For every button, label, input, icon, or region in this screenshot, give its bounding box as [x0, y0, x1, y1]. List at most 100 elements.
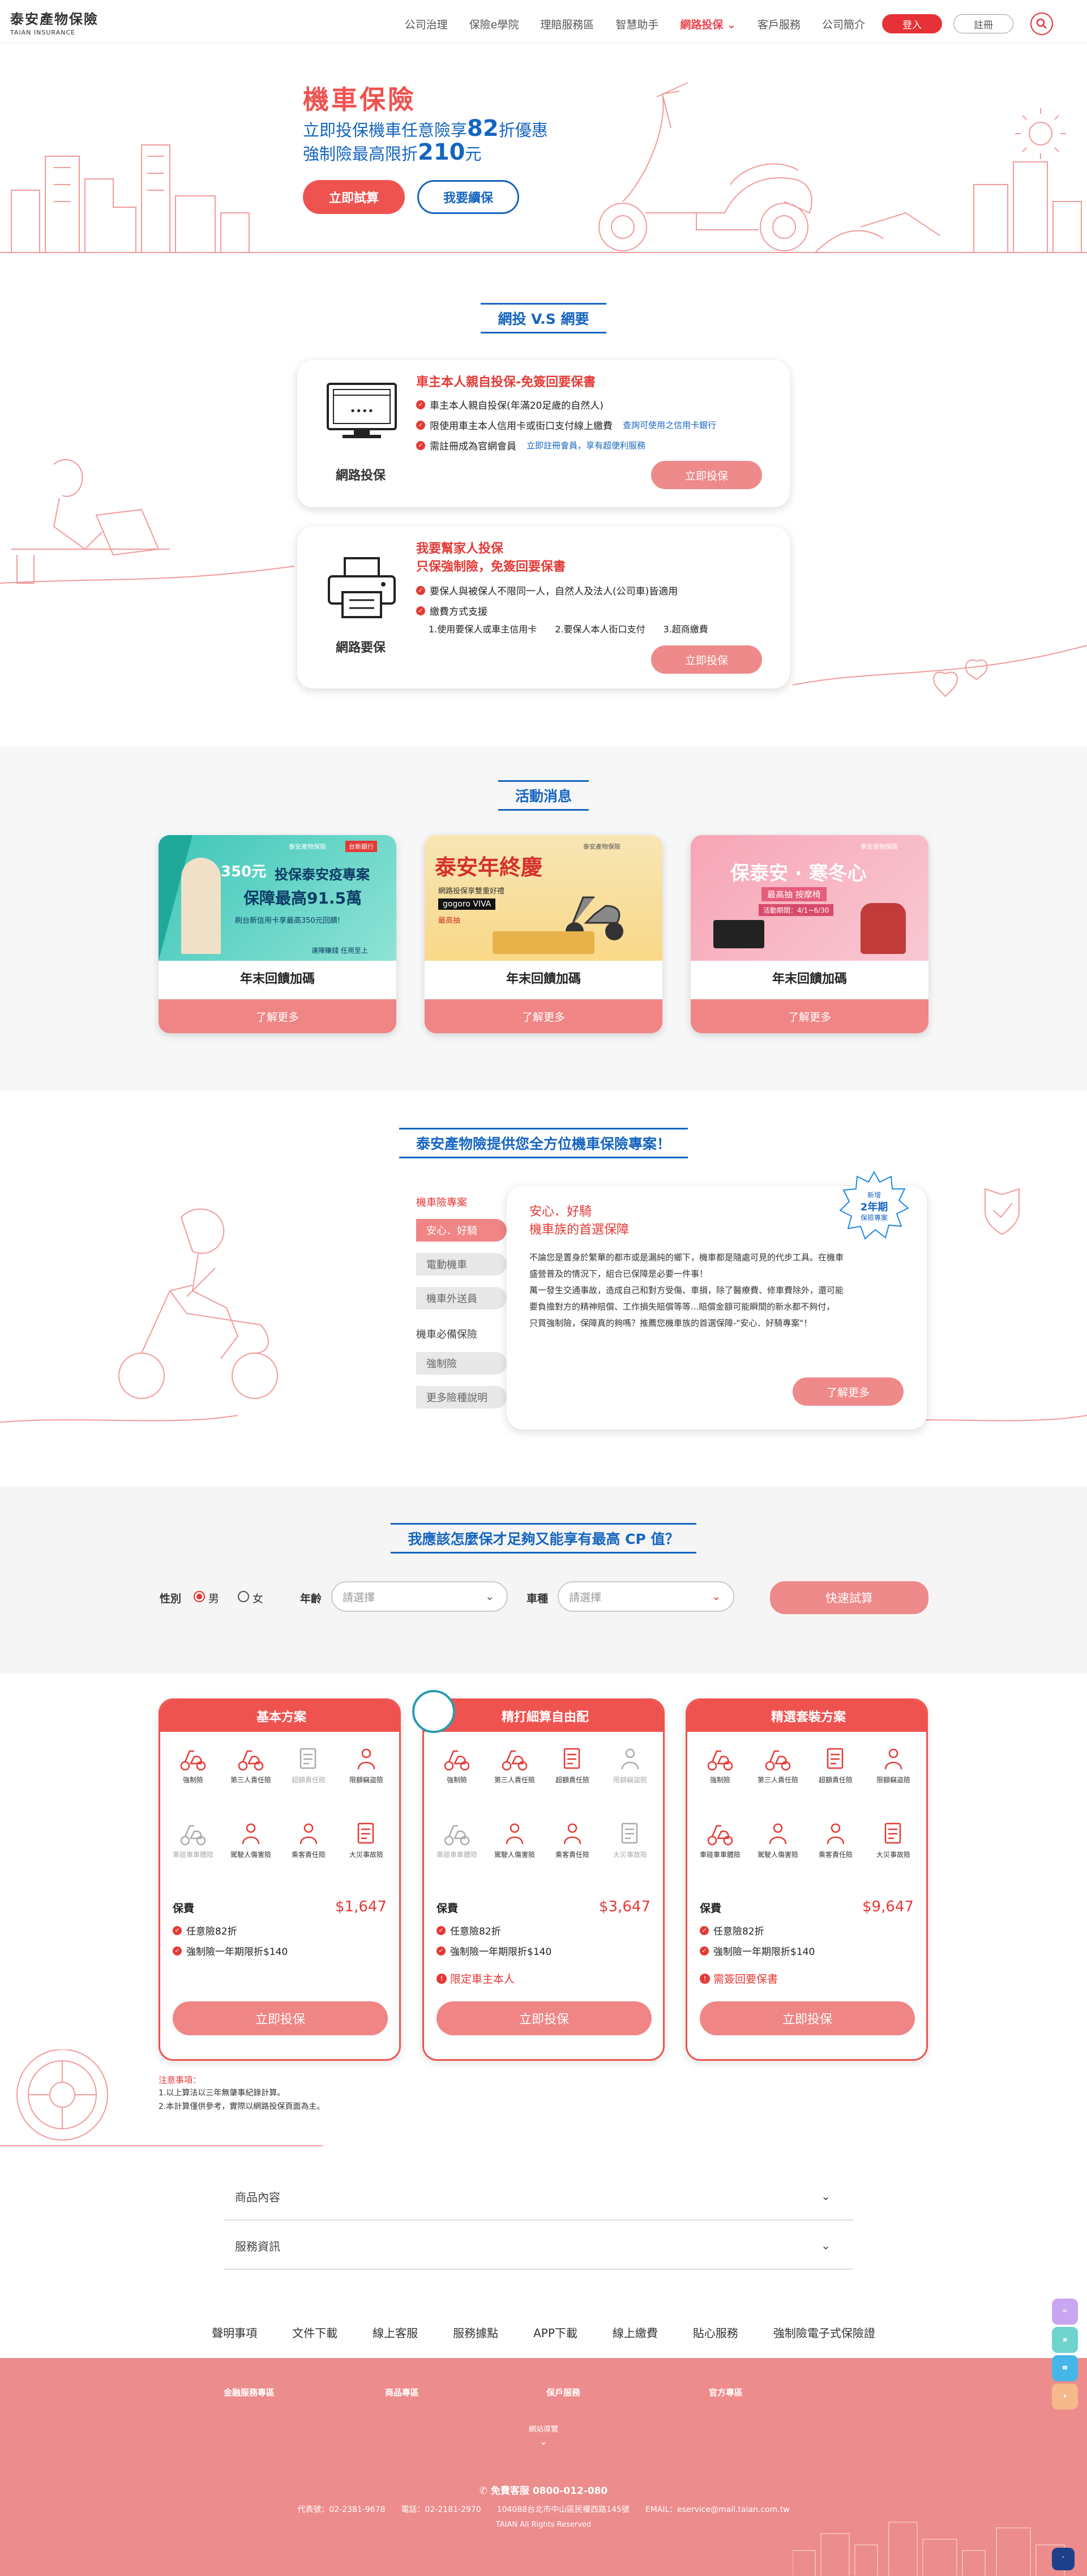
- promo-card[interactable]: 泰安產物保險 保泰安 · 寒冬心 最高抽 按摩椅 活動期間：4/1~6/30 年…: [691, 835, 928, 1033]
- promo-card[interactable]: 泰安產物保險 泰安年終慶 網路投保享雙重好禮 gogoro VIVA 最高抽 年…: [425, 835, 662, 1033]
- accordion-product[interactable]: 商品內容 ⌄: [224, 2173, 853, 2220]
- nav-online-insure[interactable]: 網路投保 ⌄: [680, 16, 736, 32]
- chevron-down-icon: ⌄: [821, 2189, 831, 2203]
- person-icon: [769, 1823, 787, 1845]
- scooter-icon: [444, 1825, 470, 1846]
- coverage-item: 乘客責任險: [545, 1821, 600, 1859]
- scooter-icon: [765, 1750, 791, 1771]
- plan-benefit: ✓ 任意險82折: [436, 1923, 501, 1937]
- coverage-label: 車碰車車體險: [172, 1851, 213, 1859]
- online-bullet-text: 車主本人親自投保(年滿20足歲的自然人): [430, 400, 604, 412]
- renew-button[interactable]: 我要續保: [417, 180, 519, 214]
- footer-link-payment[interactable]: 線上繳費: [613, 2324, 658, 2340]
- footer-col-policyholder[interactable]: 保戶服務: [546, 2386, 580, 2398]
- monitor-icon: ••••: [327, 383, 397, 438]
- menu-item-delivery[interactable]: 機車外送員: [416, 1287, 507, 1310]
- login-button[interactable]: 登入: [882, 14, 942, 33]
- quick-calc-button[interactable]: 快速試算: [770, 1581, 928, 1614]
- coverage-label: 強制險: [709, 1776, 730, 1784]
- page: 泰安產物保險 TAIAN INSURANCE 公司治理 保險e學院 理賠服務區 …: [0, 0, 1087, 2576]
- promo-more-button[interactable]: 了解更多: [159, 999, 396, 1033]
- coverage-item: 乘客責任險: [808, 1821, 863, 1859]
- nav-claims[interactable]: 理賠服務區: [540, 16, 594, 32]
- person-icon: [299, 1823, 318, 1845]
- menu-item-electric[interactable]: 電動機車: [416, 1253, 507, 1276]
- accordion-service[interactable]: 服務資訊 ⌄: [224, 2222, 853, 2270]
- footer-link-downloads[interactable]: 文件下載: [292, 2324, 337, 2340]
- male-radio[interactable]: [194, 1591, 205, 1602]
- coverage-item: 車碰車車體險: [430, 1821, 484, 1859]
- fee-label: 保費: [173, 1902, 195, 1915]
- service-icon[interactable]: ☎: [1052, 2355, 1078, 2381]
- nav-customer-service[interactable]: 客戶服務: [758, 16, 801, 32]
- coupon-icon[interactable]: ★: [1052, 2384, 1078, 2410]
- plan-selector-circle[interactable]: [412, 1690, 455, 1733]
- credit-card-banks-link[interactable]: 查詢可使用之信用卡銀行: [623, 419, 716, 431]
- footer-link-locations[interactable]: 服務據點: [453, 2324, 498, 2340]
- try-calc-button[interactable]: 立即試算: [303, 180, 405, 214]
- footer-col-official[interactable]: 官方專區: [709, 2386, 743, 2398]
- register-button[interactable]: 註冊: [953, 14, 1013, 33]
- plan-insure-button[interactable]: 立即投保: [436, 2001, 652, 2035]
- footer-link-statement[interactable]: 聲明事項: [212, 2324, 257, 2340]
- promo-card[interactable]: 泰安產物保險 台新銀行 350元 投保泰安疫專案 保障最高91.5萬 刷台新信用…: [159, 835, 396, 1033]
- scroll-top-icon[interactable]: ⌃: [1052, 2548, 1075, 2570]
- phone-icon: ✆: [479, 2485, 491, 2497]
- site-logo[interactable]: 泰安產物保險 TAIAN INSURANCE: [10, 8, 99, 36]
- coverage-label: 限額竊盜險: [349, 1776, 383, 1784]
- footer-link-app[interactable]: APP下載: [533, 2324, 577, 2340]
- footer-link-e-certificate[interactable]: 強制險電子式保險證: [773, 2324, 875, 2340]
- feature-more-button[interactable]: 了解更多: [793, 1377, 904, 1406]
- female-radio[interactable]: [238, 1591, 249, 1602]
- site-nav-label[interactable]: 網站導覽: [0, 2423, 1087, 2434]
- chevron-down-icon: ⌄: [727, 18, 736, 31]
- footer-link-online-service[interactable]: 線上客服: [373, 2324, 418, 2340]
- coverage-item: 大災事故險: [603, 1821, 657, 1859]
- hero-compulsory-line: 強制險最高限折210元: [303, 139, 482, 165]
- vehicle-type-select[interactable]: 請選擇 ⌄: [558, 1581, 734, 1612]
- badge-line: 保險專案: [860, 1214, 888, 1222]
- promo-more-button[interactable]: 了解更多: [691, 999, 928, 1033]
- menu-item-compulsory[interactable]: 強制險: [416, 1352, 507, 1375]
- footer-link-care[interactable]: 貼心服務: [693, 2324, 738, 2340]
- nav-about[interactable]: 公司簡介: [822, 16, 865, 32]
- nav-e-academy[interactable]: 保險e學院: [469, 16, 519, 32]
- plan-header: 精打細算自由配: [424, 1700, 663, 1732]
- person-icon: [621, 1748, 639, 1770]
- footer-col-products[interactable]: 商品專區: [385, 2386, 419, 2398]
- plan-insure-button[interactable]: 立即投保: [700, 2001, 915, 2035]
- nav-assistant[interactable]: 智慧助手: [615, 16, 658, 32]
- plan-card: 精選套裝方案 強制險 第三人責任險 超額責任險 限額竊盜險 車碰車車體險 駕駛人傷害險 乘客責…: [686, 1698, 928, 2061]
- register-member-link[interactable]: 立即註冊會員，享有超便利服務: [527, 439, 645, 451]
- menu-item-safe-ride[interactable]: 安心．好騎: [416, 1219, 507, 1242]
- features-title-text: 泰安產物險提供您全方位機車保險專案！: [399, 1128, 688, 1158]
- nav-governance[interactable]: 公司治理: [405, 16, 448, 32]
- doc-icon: [884, 1822, 901, 1844]
- plan-header: 精選套裝方案: [687, 1700, 926, 1732]
- chat-icon[interactable]: ✉: [1052, 2299, 1078, 2325]
- plan-insure-button[interactable]: 立即投保: [173, 2001, 388, 2035]
- payment-methods: 1.使用要保人或車主信用卡 2.要保人本人街口支付 3.超商繳費: [429, 624, 708, 635]
- hero-line2-pre: 強制險最高限折: [303, 144, 418, 164]
- coverage-item: 車碰車車體險: [693, 1821, 747, 1859]
- promo-more-button[interactable]: 了解更多: [425, 999, 662, 1033]
- coverage-label: 強制險: [182, 1776, 203, 1784]
- request-insure-button[interactable]: 立即投保: [651, 645, 762, 674]
- doc-icon: [299, 1748, 316, 1769]
- printer-icon: [328, 557, 396, 618]
- plan-warning: ! 需簽回要保書: [700, 1971, 778, 1986]
- online-insure-button[interactable]: 立即投保: [651, 461, 762, 489]
- doc-icon: [827, 1748, 844, 1769]
- menu-item-more-types[interactable]: 更多險種說明: [416, 1386, 507, 1409]
- scooter-icon: [180, 1750, 206, 1771]
- copyright: TAIAN All Rights Reserved: [495, 2521, 592, 2529]
- banner-text: 活動期間：4/1~6/30: [759, 904, 834, 916]
- footer-col-finance[interactable]: 金融服務專區: [224, 2386, 275, 2398]
- chevron-down-icon[interactable]: ⌄: [0, 2436, 1087, 2447]
- hero-line1-post: 折優惠: [498, 121, 548, 140]
- search-icon[interactable]: [1030, 12, 1053, 35]
- age-select[interactable]: 請選擇 ⌄: [331, 1581, 508, 1612]
- compare-title-text: 網投 V.S 網要: [481, 303, 606, 333]
- gift-icon[interactable]: ▣: [1052, 2327, 1078, 2353]
- main-nav: 公司治理 保險e學院 理賠服務區 智慧助手 網路投保 ⌄ 客戶服務 公司簡介 登…: [383, 12, 1053, 35]
